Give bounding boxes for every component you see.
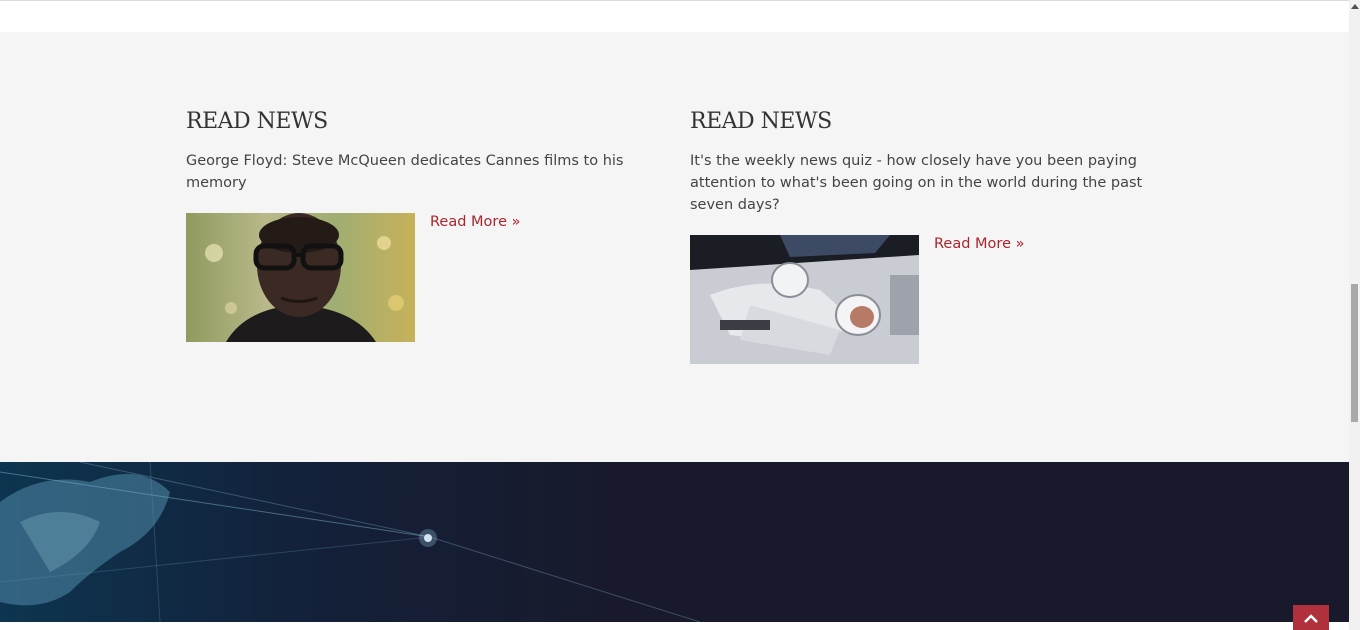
vertical-scrollbar[interactable] <box>1349 0 1360 630</box>
bottom-strip <box>0 622 1349 630</box>
top-strip <box>0 0 1349 32</box>
news-thumbnail-portrait[interactable] <box>186 213 415 342</box>
scroll-up-arrow-icon[interactable] <box>1351 4 1359 9</box>
globe-network-background <box>0 462 701 622</box>
news-heading: READ NEWS <box>186 109 328 134</box>
news-thumbnail-astronauts[interactable] <box>690 235 919 364</box>
footer-globe-banner <box>0 462 1349 622</box>
back-to-top-button[interactable] <box>1293 605 1329 630</box>
news-media-row: Read More » <box>186 213 646 342</box>
news-card-2: READ NEWS It's the weekly news quiz - ho… <box>690 109 1150 364</box>
news-summary: It's the weekly news quiz - how closely … <box>690 153 1143 213</box>
news-heading: READ NEWS <box>690 109 832 134</box>
news-card-1: READ NEWS George Floyd: Steve McQueen de… <box>186 109 646 342</box>
chevron-up-icon <box>1304 613 1318 623</box>
portrait-image <box>186 213 415 342</box>
read-more-link[interactable]: Read More » <box>934 236 1024 252</box>
scroll-thumb[interactable] <box>1351 284 1358 422</box>
astronauts-image <box>690 235 919 364</box>
news-section: READ NEWS George Floyd: Steve McQueen de… <box>0 32 1349 462</box>
read-more-link[interactable]: Read More » <box>430 214 520 230</box>
news-summary: George Floyd: Steve McQueen dedicates Ca… <box>186 153 624 191</box>
news-media-row: Read More » <box>690 235 1150 364</box>
